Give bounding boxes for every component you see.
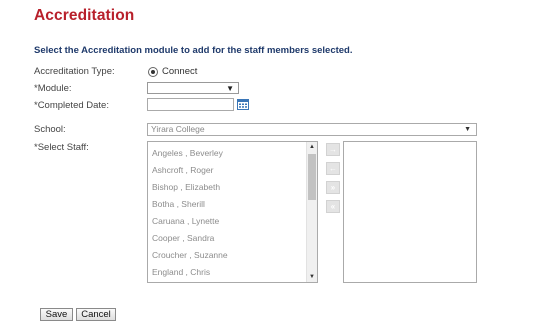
select-staff-label: *Select Staff: [34,142,89,153]
staff-list-item[interactable]: Botha , Sherill [152,199,205,209]
module-label: *Module: [34,83,72,94]
accreditation-type-option[interactable]: Connect [162,66,197,77]
completed-date-label: *Completed Date: [34,100,109,111]
staff-listbox[interactable]: Angeles , Beverley Ashcroft , Roger Bish… [147,141,318,283]
school-select[interactable]: Yirara College ▼ [147,123,477,136]
accreditation-type-label: Accreditation Type: [34,66,115,77]
staff-list-item[interactable]: England , Chris [152,267,210,277]
staff-list-item[interactable]: Caruana , Lynette [152,216,219,226]
cancel-button[interactable]: Cancel [76,308,116,321]
staff-list-item[interactable]: Angeles , Beverley [152,148,223,158]
completed-date-input[interactable] [147,98,234,111]
scroll-thumb[interactable] [308,154,316,200]
staff-list-item[interactable]: Bishop , Elizabeth [152,182,220,192]
school-selected-value: Yirara College [151,124,205,134]
module-select[interactable]: ▼ [147,82,239,94]
save-button[interactable]: Save [40,308,73,321]
school-label: School: [34,124,66,135]
remove-selected-button[interactable]: ← [326,162,340,175]
accreditation-type-radio[interactable]: Connect [148,66,197,77]
remove-all-button[interactable]: « [326,200,340,213]
chevron-down-icon[interactable]: ▼ [226,84,234,94]
staff-list-item[interactable]: Cooper , Sandra [152,233,214,243]
add-all-button[interactable]: » [326,181,340,194]
selected-staff-listbox[interactable] [343,141,477,283]
instructions-text: Select the Accreditation module to add f… [34,45,353,56]
staff-list-item[interactable]: Ashcroft , Roger [152,165,213,175]
page-title: Accreditation [34,7,135,24]
add-selected-button[interactable]: → [326,143,340,156]
scroll-up-icon[interactable]: ▲ [307,142,317,152]
staff-list-item[interactable]: Croucher , Suzanne [152,250,228,260]
staff-list-scrollbar[interactable]: ▲ ▼ [306,142,317,282]
radio-button-icon[interactable] [148,66,158,77]
chevron-down-icon[interactable]: ▼ [464,124,471,135]
calendar-icon[interactable] [237,99,249,110]
scroll-down-icon[interactable]: ▼ [307,272,317,282]
